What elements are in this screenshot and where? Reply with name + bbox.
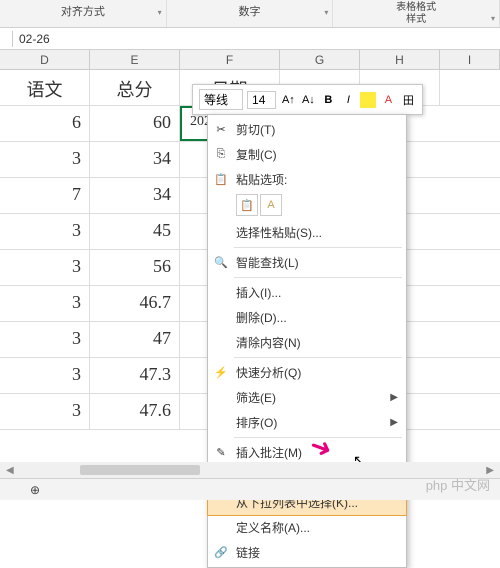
mini-toolbar: 等线 14 A↑ A↓ B I A 田	[192, 84, 423, 115]
scroll-left-icon[interactable]: ◀	[0, 465, 20, 476]
cell-e[interactable]: 60	[90, 106, 180, 141]
scissors-icon: ✂	[213, 122, 229, 138]
watermark: php 中文网	[426, 475, 490, 494]
col-header-f[interactable]: F	[180, 50, 280, 69]
menu-insert[interactable]: 插入(I)...	[208, 280, 406, 305]
analysis-icon: ⚡	[213, 365, 229, 381]
paste-option-default[interactable]: 📋	[236, 194, 258, 216]
size-select[interactable]: 14	[247, 91, 276, 109]
font-color-icon[interactable]: A	[380, 92, 396, 108]
ribbon-groups: 对齐方式 数字 表格格式 样式	[0, 0, 500, 28]
increase-font-icon[interactable]: A↑	[280, 92, 296, 108]
chevron-right-icon: ▶	[390, 392, 398, 403]
menu-copy[interactable]: ⎘复制(C)	[208, 142, 406, 167]
bold-button[interactable]: B	[320, 92, 336, 108]
italic-button[interactable]: I	[340, 92, 356, 108]
menu-paste-options: 📋粘贴选项:	[208, 167, 406, 192]
column-headers: D E F G H I	[0, 50, 500, 70]
chevron-right-icon: ▶	[390, 417, 398, 428]
menu-clear[interactable]: 清除内容(N)	[208, 330, 406, 355]
menu-smart-lookup[interactable]: 🔍智能查找(L)	[208, 250, 406, 275]
paste-option-values[interactable]: A	[260, 194, 282, 216]
ribbon-number[interactable]: 数字	[167, 0, 334, 27]
scroll-right-icon[interactable]: ▶	[480, 465, 500, 476]
fill-color-icon[interactable]	[360, 92, 376, 108]
paste-icon: 📋	[213, 172, 229, 188]
menu-paste-special[interactable]: 选择性粘贴(S)...	[208, 220, 406, 245]
col-header-h[interactable]: H	[360, 50, 440, 69]
formula-bar: 02-26	[0, 28, 500, 50]
cell-header-d[interactable]: 语文	[0, 70, 90, 105]
scroll-thumb[interactable]	[80, 465, 200, 475]
menu-quick-analysis[interactable]: ⚡快速分析(Q)	[208, 360, 406, 385]
formula-value[interactable]: 02-26	[19, 32, 50, 46]
comment-icon: ✎	[213, 445, 229, 461]
col-header-g[interactable]: G	[280, 50, 360, 69]
cell-header-e[interactable]: 总分	[90, 70, 180, 105]
menu-link[interactable]: 🔗链接	[208, 540, 406, 565]
ribbon-align[interactable]: 对齐方式	[0, 0, 167, 27]
menu-delete[interactable]: 删除(D)...	[208, 305, 406, 330]
lookup-icon: 🔍	[213, 255, 229, 271]
col-header-e[interactable]: E	[90, 50, 180, 69]
cell-d[interactable]: 6	[0, 106, 90, 141]
border-icon[interactable]: 田	[400, 92, 416, 108]
link-icon: 🔗	[213, 545, 229, 561]
new-sheet-button[interactable]: ⊕	[30, 483, 40, 497]
menu-define-name[interactable]: 定义名称(A)...	[208, 515, 406, 540]
menu-cut[interactable]: ✂剪切(T)	[208, 117, 406, 142]
paste-options-row: 📋 A	[208, 192, 406, 220]
decrease-font-icon[interactable]: A↓	[300, 92, 316, 108]
menu-filter[interactable]: 筛选(E)▶	[208, 385, 406, 410]
menu-sort[interactable]: 排序(O)▶	[208, 410, 406, 435]
copy-icon: ⎘	[213, 147, 229, 163]
col-header-d[interactable]: D	[0, 50, 90, 69]
ribbon-format[interactable]: 表格格式 样式	[333, 0, 500, 27]
col-header-i[interactable]: I	[440, 50, 500, 69]
font-select[interactable]: 等线	[199, 89, 243, 110]
